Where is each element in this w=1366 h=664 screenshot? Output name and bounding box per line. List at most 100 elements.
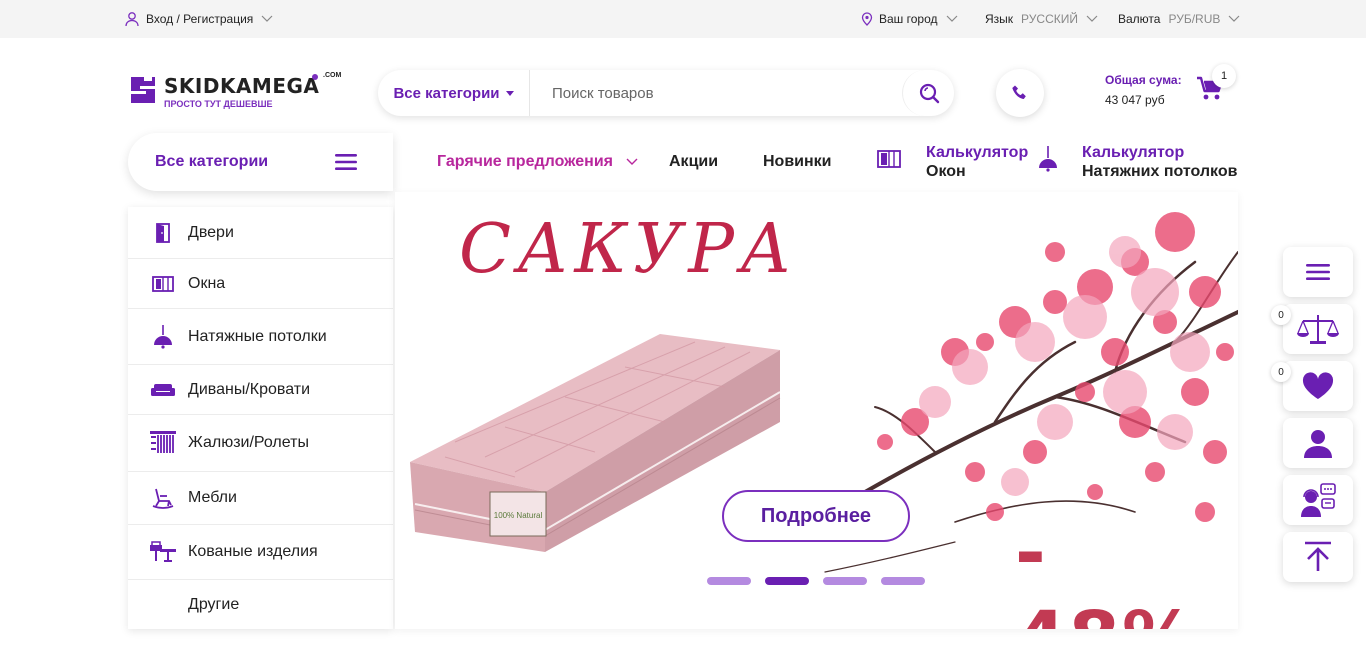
chevron-down-icon xyxy=(626,158,638,165)
logo-dot xyxy=(312,74,318,80)
hamburger-icon xyxy=(335,154,357,170)
sidebar-item-label: Мебли xyxy=(188,489,237,506)
site-logo[interactable]: SKIDKAMEGA .COM ПРОСТО ТУТ ДЕШЕВШЕ xyxy=(128,70,343,112)
sidebar-item-doors[interactable]: Двери xyxy=(128,207,393,259)
hamburger-icon xyxy=(1306,264,1330,280)
top-bar: Вход / Регистрация Ваш город Язык РУССКИ… xyxy=(0,0,1366,38)
carousel-dot[interactable] xyxy=(823,577,867,585)
cart-total-value: 43 047 руб xyxy=(1105,93,1165,107)
category-sidebar: Двери Окна Натяжные потолки Диваны/Крова… xyxy=(128,207,393,629)
caret-down-icon xyxy=(505,90,514,96)
language-selector[interactable]: Язык РУССКИЙ xyxy=(985,0,1098,38)
all-categories-toggle[interactable]: Все категории xyxy=(128,133,393,191)
floating-support-button[interactable] xyxy=(1283,475,1353,525)
cart-count-badge: 1 xyxy=(1212,64,1236,88)
cart-total: Общая сума: 43 047 руб xyxy=(1105,73,1182,107)
nav-ceiling-calc-line1: Калькулятор xyxy=(1082,144,1185,161)
nav-window-calculator[interactable]: Калькулятор Окон xyxy=(926,143,1028,181)
scales-icon xyxy=(1297,315,1339,344)
logo-com: .COM xyxy=(323,72,342,79)
banner-discount: - 48% xyxy=(1015,510,1196,629)
nav-window-calc-line1: Калькулятор xyxy=(926,144,1029,161)
currency-label: Валюта xyxy=(1118,12,1161,26)
sidebar-item-forged[interactable]: Кованые изделия xyxy=(128,525,393,580)
currency-value: РУБ/RUB xyxy=(1168,12,1221,26)
phone-icon xyxy=(1012,85,1026,99)
sidebar-item-other[interactable]: Другие xyxy=(128,580,393,629)
banner-title: САКУРА xyxy=(459,210,798,289)
scroll-top-button[interactable] xyxy=(1283,532,1353,582)
chevron-down-icon xyxy=(1228,15,1240,22)
search-icon xyxy=(919,83,939,104)
logo-mark-icon xyxy=(131,75,155,103)
nav-new[interactable]: Новинки xyxy=(763,153,832,171)
location-pin-icon xyxy=(861,12,873,26)
chevron-down-icon xyxy=(1086,15,1098,22)
carousel-dot[interactable] xyxy=(707,577,751,585)
sidebar-item-furniture[interactable]: Мебли xyxy=(128,472,393,525)
banner-more-button[interactable]: Подробнее xyxy=(722,490,910,542)
logo-slogan: ПРОСТО ТУТ ДЕШЕВШЕ xyxy=(164,99,273,109)
city-label: Ваш город xyxy=(879,12,938,26)
blinds-icon xyxy=(150,431,176,455)
sidebar-item-blinds[interactable]: Жалюзи/Ролеты xyxy=(128,415,393,472)
city-selector[interactable]: Ваш город xyxy=(861,0,958,38)
nav-hot-offers-label: Гарячие предложения xyxy=(437,153,613,170)
nav-ceiling-calc-line2: Натяжних потолков xyxy=(1082,163,1238,180)
favorites-count-badge: 0 xyxy=(1271,362,1291,382)
sidebar-item-ceilings[interactable]: Натяжные потолки xyxy=(128,309,393,365)
sidebar-item-label: Окна xyxy=(188,274,226,292)
currency-selector[interactable]: Валюта РУБ/RUB xyxy=(1118,0,1240,38)
window-icon xyxy=(150,272,176,296)
nav-ceiling-calculator[interactable]: Калькулятор Натяжних потолков xyxy=(1082,143,1237,181)
sidebar-item-label: Жалюзи/Ролеты xyxy=(188,434,309,451)
search-button[interactable] xyxy=(902,70,954,116)
hero-banner[interactable]: 100% Natural САКУРА - 48% Подробнее xyxy=(395,192,1238,629)
sidebar-item-label: Другие xyxy=(188,595,240,613)
user-icon xyxy=(1304,430,1332,458)
sidebar-item-label: Кованые изделия xyxy=(188,543,318,560)
user-icon xyxy=(125,12,139,27)
sidebar-item-sofas[interactable]: Диваны/Кровати xyxy=(128,365,393,415)
sidebar-item-label: Двери xyxy=(188,223,234,241)
arrow-up-icon xyxy=(1305,541,1331,571)
sidebar-item-label: Диваны/Кровати xyxy=(188,380,311,398)
search-category-label: Все категории xyxy=(393,84,500,102)
floating-favorites-button[interactable] xyxy=(1283,361,1353,411)
forged-table-icon xyxy=(150,540,176,564)
sofa-icon xyxy=(150,378,176,402)
support-agent-icon xyxy=(1301,483,1336,517)
compare-count-badge: 0 xyxy=(1271,305,1291,325)
floating-menu-button[interactable] xyxy=(1283,247,1353,297)
chevron-down-icon xyxy=(946,15,957,22)
rocking-chair-icon xyxy=(150,486,176,510)
search-input[interactable] xyxy=(538,78,888,108)
window-calc-icon xyxy=(877,150,901,173)
language-label: Язык xyxy=(985,12,1014,26)
product-tag: 100% Natural xyxy=(494,511,543,520)
chevron-down-icon xyxy=(261,15,273,22)
language-value: РУССКИЙ xyxy=(1021,12,1078,26)
floating-account-button[interactable] xyxy=(1283,418,1353,468)
search-bar: Все категории xyxy=(378,70,954,116)
door-icon xyxy=(150,221,176,245)
carousel-dot[interactable] xyxy=(881,577,925,585)
logo-text: SKIDKAMEGA xyxy=(164,74,320,98)
ceiling-calc-icon xyxy=(1037,146,1059,177)
nav-window-calc-line2: Окон xyxy=(926,163,966,180)
call-button[interactable] xyxy=(996,69,1044,117)
all-categories-title: Все категории xyxy=(155,153,269,170)
login-link[interactable]: Вход / Регистрация xyxy=(124,0,273,38)
carousel-dot-active[interactable] xyxy=(765,577,809,585)
sidebar-item-windows[interactable]: Окна xyxy=(128,259,393,309)
login-label: Вход / Регистрация xyxy=(146,12,254,26)
carousel-dots xyxy=(707,577,925,585)
floating-compare-button[interactable] xyxy=(1283,304,1353,354)
ceiling-lamp-icon xyxy=(150,324,176,349)
sidebar-item-label: Натяжные потолки xyxy=(188,327,327,345)
cart-total-label: Общая сума: xyxy=(1105,73,1182,87)
nav-hot-offers[interactable]: Гарячие предложения xyxy=(437,153,638,171)
heart-icon xyxy=(1302,372,1334,399)
search-category-select[interactable]: Все категории xyxy=(378,70,530,116)
nav-promotions[interactable]: Акции xyxy=(669,153,718,171)
